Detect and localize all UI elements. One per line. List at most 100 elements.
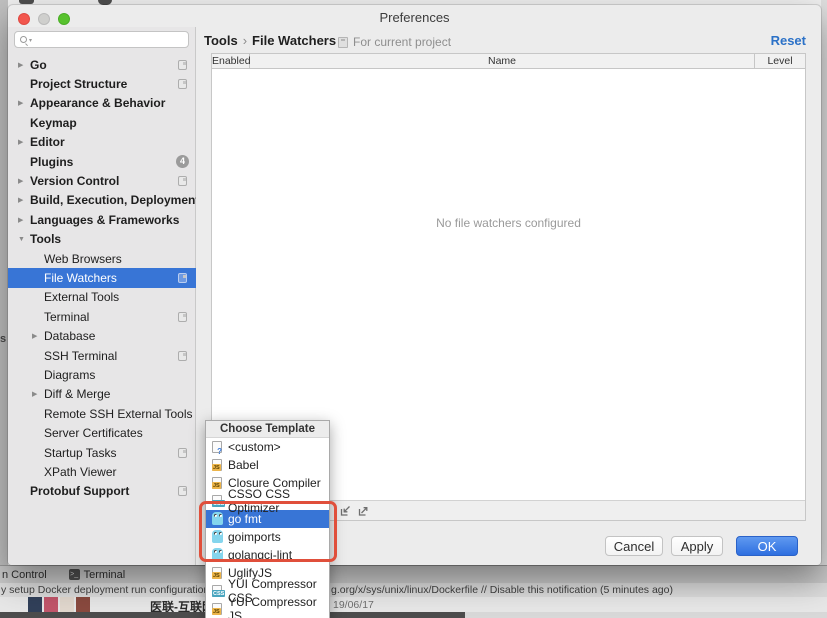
column-header-name[interactable]: Name <box>250 54 755 68</box>
apply-button[interactable]: Apply <box>671 536 723 556</box>
sidebar-item-label: Protobuf Support <box>30 484 178 498</box>
file-icon: JS <box>212 459 222 471</box>
search-input[interactable] <box>37 32 185 47</box>
sidebar-item-keymap[interactable]: Keymap <box>8 113 196 132</box>
sidebar-item-startup-tasks[interactable]: Startup Tasks <box>8 443 196 462</box>
file-icon: JS <box>212 477 222 489</box>
chevron-right-icon[interactable]: ▶ <box>18 99 30 107</box>
file-type-badge: JS <box>212 608 221 615</box>
sidebar-item-label: Plugins <box>30 155 176 169</box>
cancel-button[interactable]: Cancel <box>605 536 663 556</box>
chevron-right-icon[interactable]: ▶ <box>18 196 30 204</box>
title-bar: Preferences <box>8 5 821 27</box>
custom-template-icon: ? <box>211 440 224 454</box>
file-icon: CSS <box>212 585 222 597</box>
ok-button[interactable]: OK <box>736 536 798 556</box>
file-icon: ? <box>212 441 222 453</box>
template-item-label: Babel <box>228 458 259 472</box>
template-item-csso-css-optimizer[interactable]: CSSCSSO CSS Optimizer <box>206 492 329 510</box>
sidebar-item-label: Project Structure <box>30 77 178 91</box>
sidebar-item-go[interactable]: ▶Go <box>8 55 196 74</box>
template-item-babel[interactable]: JS Babel <box>206 456 329 474</box>
chevron-right-icon[interactable]: ▶ <box>18 138 30 146</box>
chevron-down-icon[interactable]: ▼ <box>18 236 30 243</box>
column-header-level[interactable]: Level <box>755 54 805 68</box>
popup-title: Choose Template <box>206 421 329 438</box>
sidebar-item-label: Server Certificates <box>44 426 196 440</box>
sidebar-item-label: Build, Execution, Deployment <box>30 193 196 207</box>
chevron-right-icon[interactable]: ▶ <box>18 61 30 69</box>
sidebar-item-label: Appearance & Behavior <box>30 96 196 110</box>
chevron-right-icon[interactable]: ▶ <box>32 332 44 340</box>
sidebar-item-languages-frameworks[interactable]: ▶Languages & Frameworks <box>8 210 196 229</box>
sidebar-item-file-watchers[interactable]: File Watchers <box>8 268 196 287</box>
window-title: Preferences <box>8 10 821 25</box>
sidebar-item-label: Tools <box>30 232 196 246</box>
sidebar-item-external-tools[interactable]: External Tools <box>8 288 196 307</box>
gopher-icon <box>212 530 223 543</box>
tab-terminal[interactable]: Terminal <box>84 569 126 581</box>
settings-search-box[interactable]: ▾ <box>14 31 189 48</box>
breadcrumb-file-watchers: File Watchers <box>252 33 336 48</box>
background-right-edge <box>821 0 827 565</box>
thumbnail <box>44 597 58 612</box>
settings-tree: ▶GoProject Structure▶Appearance & Behavi… <box>8 55 196 501</box>
reset-link[interactable]: Reset <box>771 33 806 48</box>
import-watchers-icon[interactable] <box>339 504 353 518</box>
scope-indicator: For current project <box>338 35 451 49</box>
sidebar-item-remote-ssh-external-tools[interactable]: Remote SSH External Tools <box>8 404 196 423</box>
project-level-badge-icon <box>178 312 187 322</box>
sidebar-item-protobuf-support[interactable]: Protobuf Support <box>8 482 196 501</box>
column-header-enabled[interactable]: Enabled <box>212 54 250 68</box>
sidebar-item-plugins[interactable]: Plugins4 <box>8 152 196 171</box>
sidebar-item-tools[interactable]: ▼Tools <box>8 230 196 249</box>
thumbnail <box>28 597 42 612</box>
sidebar-item-project-structure[interactable]: Project Structure <box>8 74 196 93</box>
file-type-badge: ? <box>216 448 223 455</box>
template-item-yui-compressor-js[interactable]: JSYUI Compressor JS <box>206 600 329 618</box>
sidebar-item-label: SSH Terminal <box>44 349 178 363</box>
template-list: ?<custom>JSBabelJSClosure CompilerCSSCSS… <box>206 438 329 618</box>
sidebar-item-editor[interactable]: ▶Editor <box>8 133 196 152</box>
plugins-count-badge: 4 <box>176 155 189 168</box>
sidebar-item-web-browsers[interactable]: Web Browsers <box>8 249 196 268</box>
breadcrumb-tools[interactable]: Tools <box>204 33 238 48</box>
template-item-custom[interactable]: ?<custom> <box>206 438 329 456</box>
chevron-right-icon[interactable]: ▶ <box>18 216 30 224</box>
sidebar-item-diagrams[interactable]: Diagrams <box>8 365 196 384</box>
sidebar-item-diff-merge[interactable]: ▶Diff & Merge <box>8 385 196 404</box>
sidebar-item-label: External Tools <box>44 290 196 304</box>
template-item-label: go fmt <box>228 512 261 526</box>
sidebar-item-version-control[interactable]: ▶Version Control <box>8 171 196 190</box>
sidebar-item-xpath-viewer[interactable]: XPath Viewer <box>8 462 196 481</box>
sidebar-item-label: File Watchers <box>44 271 178 285</box>
gopher-icon <box>212 548 223 561</box>
project-level-badge-icon <box>178 448 187 458</box>
sidebar-item-label: Diagrams <box>44 368 196 382</box>
sidebar-item-build-execution-deployment[interactable]: ▶Build, Execution, Deployment <box>8 191 196 210</box>
go-template-icon <box>211 548 224 562</box>
sidebar-item-label: Keymap <box>30 116 196 130</box>
tab-version-control[interactable]: n Control <box>2 569 47 581</box>
sidebar-item-server-certificates[interactable]: Server Certificates <box>8 423 196 442</box>
template-item-label: YUI Compressor JS <box>228 595 329 618</box>
background-bottom-bar <box>465 612 827 618</box>
breadcrumb-separator: › <box>238 33 252 48</box>
project-level-badge-icon <box>178 273 187 283</box>
status-message-right[interactable]: g.org/x/sys/unix/linux/Dockerfile // Dis… <box>331 584 673 596</box>
thumbnail <box>76 597 90 612</box>
sidebar-item-database[interactable]: ▶Database <box>8 326 196 345</box>
export-watchers-icon[interactable] <box>357 504 371 518</box>
chevron-right-icon[interactable]: ▶ <box>18 177 30 185</box>
preferences-dialog: Preferences ▾ ▶GoProject Structure▶Appea… <box>8 5 821 565</box>
js-file-icon: JS <box>211 566 224 580</box>
chevron-right-icon[interactable]: ▶ <box>32 390 44 398</box>
project-scope-icon <box>338 37 348 48</box>
sidebar-item-appearance-behavior[interactable]: ▶Appearance & Behavior <box>8 94 196 113</box>
css-file-icon: CSS <box>211 494 224 508</box>
template-item-golangci-lint[interactable]: golangci-lint <box>206 546 329 564</box>
template-item-goimports[interactable]: goimports <box>206 528 329 546</box>
sidebar-item-terminal[interactable]: Terminal <box>8 307 196 326</box>
sidebar-item-ssh-terminal[interactable]: SSH Terminal <box>8 346 196 365</box>
status-bar: y setup Docker deployment run configurat… <box>0 583 827 597</box>
